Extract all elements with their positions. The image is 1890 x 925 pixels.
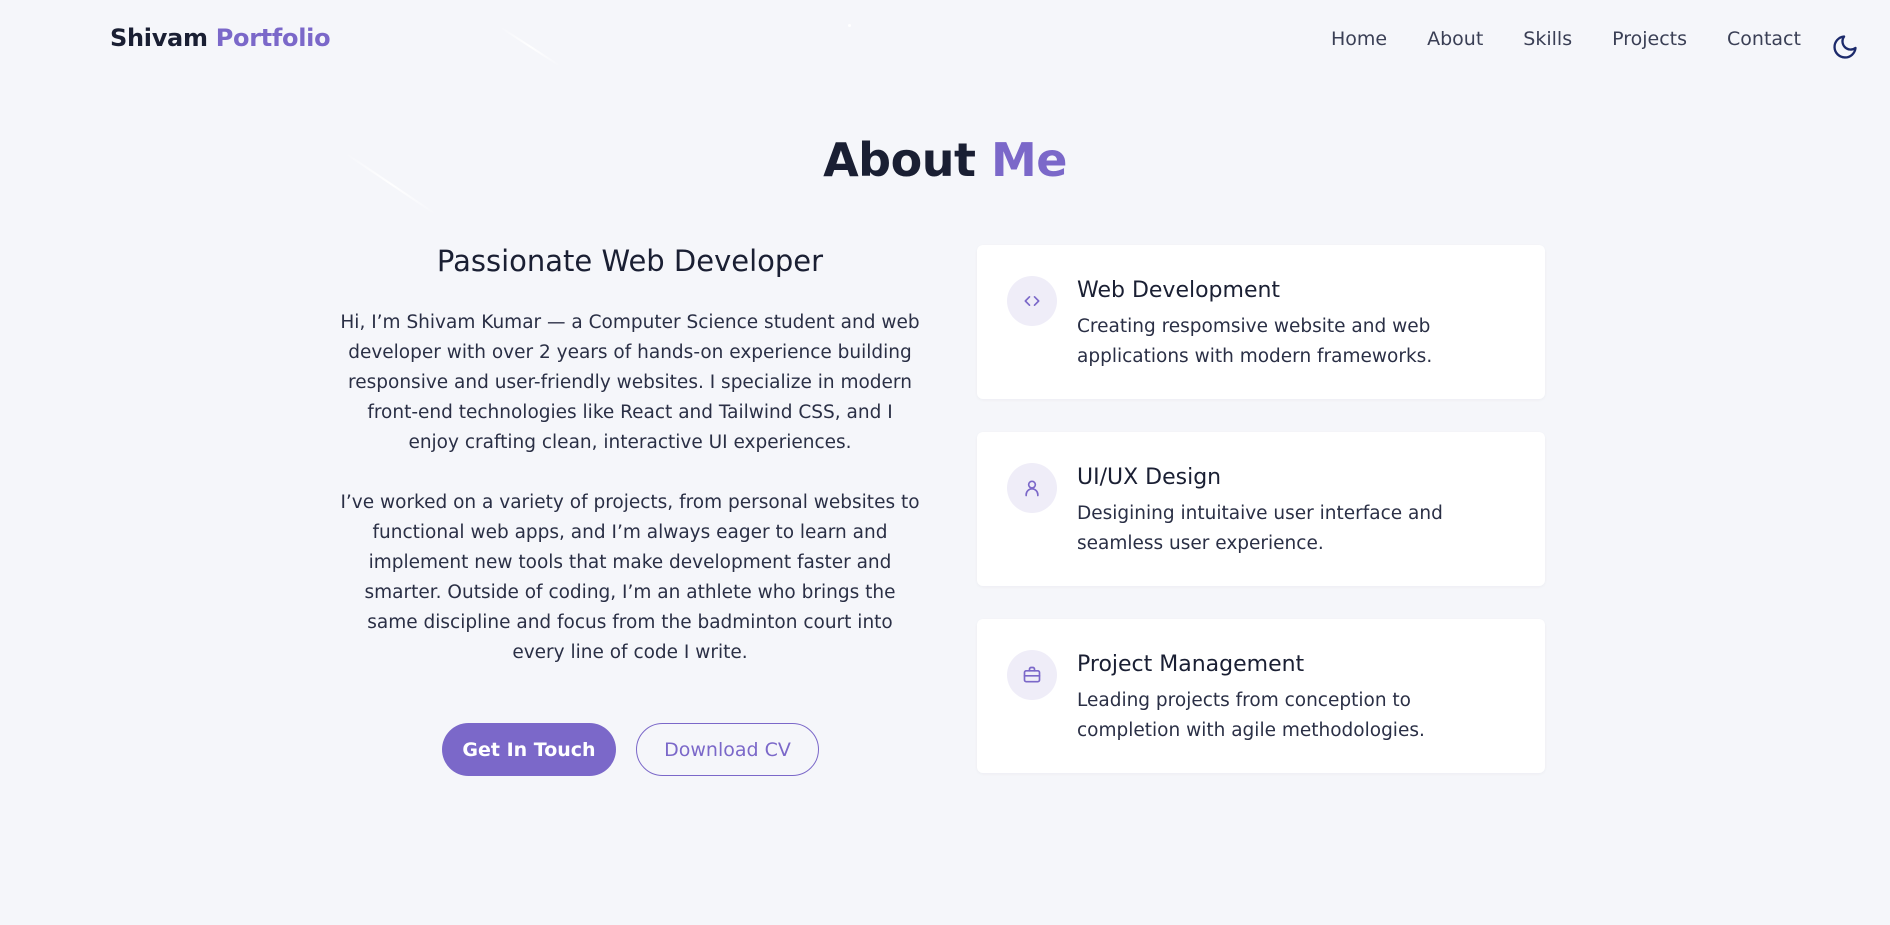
brand-second: Portfolio [215, 24, 331, 52]
card-ui-ux-design: UI/UX Design Desigining intuitaive user … [977, 432, 1545, 586]
card-icon-wrapper [1007, 463, 1057, 513]
moon-icon [1833, 35, 1857, 59]
card-project-management: Project Management Leading projects from… [977, 619, 1545, 773]
code-icon [1024, 296, 1040, 306]
get-in-touch-button[interactable]: Get In Touch [442, 723, 616, 776]
nav-links: Home About Skills Projects Contact [1331, 28, 1841, 50]
card-description: Desigining intuitaive user interface and… [1077, 503, 1443, 554]
about-paragraph-2: I’ve worked on a variety of projects, fr… [340, 492, 920, 663]
section-title-second: Me [990, 133, 1067, 187]
nav-link-skills[interactable]: Skills [1523, 28, 1572, 50]
brand-logo[interactable]: Shivam Portfolio [110, 24, 331, 52]
card-icon-wrapper [1007, 650, 1057, 700]
nav-link-home[interactable]: Home [1331, 28, 1387, 50]
nav-link-contact[interactable]: Contact [1727, 28, 1801, 50]
nav-link-about[interactable]: About [1427, 28, 1483, 50]
card-icon-wrapper [1007, 276, 1057, 326]
services-cards: Web Development Creating respomsive webs… [977, 245, 1545, 806]
user-icon [1025, 480, 1039, 497]
card-web-development: Web Development Creating respomsive webs… [977, 245, 1545, 399]
card-title: UI/UX Design [1077, 465, 1222, 490]
brand-first: Shivam [110, 24, 208, 52]
about-intro: Passionate Web Developer Hi, I’m Shivam … [340, 244, 920, 698]
card-description: Creating respomsive website and web appl… [1077, 316, 1433, 367]
about-subtitle: Passionate Web Developer [436, 244, 824, 278]
navbar: Shivam Portfolio Home About Skills Proje… [0, 0, 1890, 84]
section-title-first: About [823, 133, 976, 187]
download-cv-button[interactable]: Download CV [636, 723, 819, 776]
nav-link-projects[interactable]: Projects [1612, 28, 1687, 50]
section-title: About Me [0, 133, 1890, 187]
briefcase-icon [1023, 666, 1041, 683]
card-title: Project Management [1077, 652, 1305, 677]
about-buttons: Get In Touch Download CV [442, 723, 819, 776]
about-paragraph-1: Hi, I’m Shivam Kumar — a Computer Scienc… [340, 312, 920, 453]
card-title: Web Development [1077, 278, 1281, 303]
card-description: Leading projects from conception to comp… [1077, 690, 1425, 741]
theme-toggle-button[interactable] [1831, 33, 1859, 61]
